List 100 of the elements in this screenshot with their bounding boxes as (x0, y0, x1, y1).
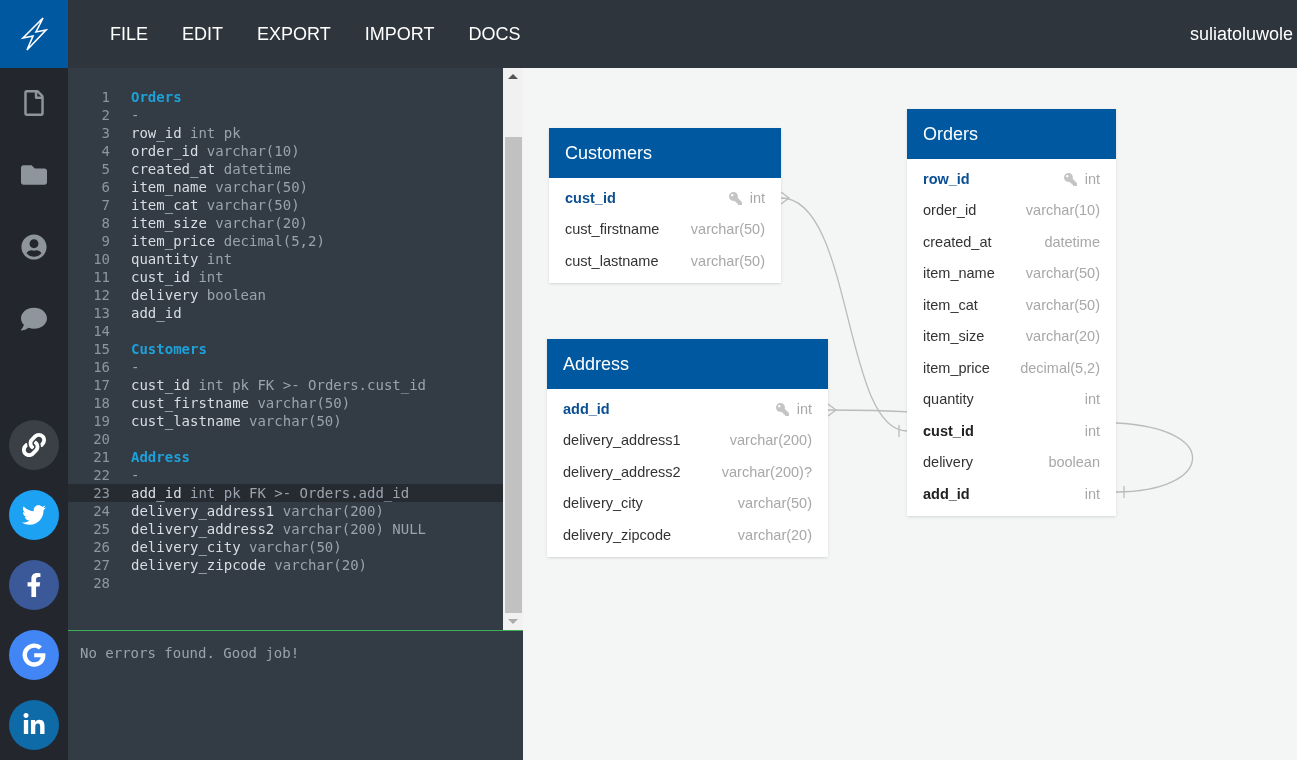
menu-item[interactable]: FILE (110, 20, 148, 48)
line-number: 19 (92, 411, 110, 431)
table-card[interactable]: Address add_id int delivery_address1 varchar(200) delivery_address2 varchar(200)? delivery_city varchar(50) delivery_zipcode varchar(20) (547, 339, 828, 557)
line-number: 26 (92, 537, 110, 557)
line-number: 23 (92, 483, 110, 503)
logo-tile[interactable] (0, 0, 68, 68)
menu-item[interactable]: IMPORT (364, 20, 435, 48)
table-name-code: Orders (131, 87, 182, 107)
field-type: varchar(50) (1025, 264, 1100, 284)
field-name: item_cat (923, 295, 978, 315)
line-number: 13 (92, 303, 110, 323)
linkedin-in-icon (22, 713, 46, 737)
field-name: delivery_address1 (563, 431, 681, 451)
line-number: 5 (100, 159, 110, 179)
field-type: int (1084, 169, 1100, 189)
field-type: decimal(5,2) (1020, 358, 1100, 378)
comment-icon[interactable] (21, 306, 47, 332)
line-number: 11 (92, 267, 110, 287)
menu-item[interactable]: EDIT (182, 20, 224, 48)
key-icon (775, 403, 789, 417)
key-icon (1063, 173, 1077, 187)
scrollbar[interactable] (503, 68, 523, 630)
line-number: 10 (92, 249, 110, 269)
code-text: add_id int pk FK >- Orders.add_id (131, 483, 410, 504)
separator-code: - (131, 357, 140, 377)
line-number: 18 (92, 393, 110, 413)
field-name: cust_lastname (565, 251, 659, 271)
lightning-logo-icon (19, 16, 49, 52)
field-type: varchar(10) (1025, 201, 1100, 221)
code-text: order_id varchar(10) (131, 142, 300, 162)
status-message: No errors found. Good job! (80, 645, 300, 661)
field-type: varchar(50) (690, 251, 765, 271)
table-name-code: Address (131, 447, 190, 467)
menu-item[interactable]: EXPORT (257, 20, 331, 48)
line-number: 14 (92, 321, 110, 341)
field-type: varchar(20) (1025, 327, 1100, 347)
field-type: datetime (1044, 232, 1100, 252)
linkedin-button[interactable] (9, 700, 59, 750)
line-number: 20 (92, 429, 110, 449)
field-type: int (749, 188, 765, 208)
field-name: cust_id (565, 188, 616, 208)
code-text: item_cat varchar(50) (131, 196, 300, 216)
line-number: 21 (92, 447, 110, 467)
field-name: item_name (923, 264, 995, 284)
line-number: 2 (100, 105, 110, 125)
field-type: boolean (1048, 453, 1100, 473)
field-name: row_id (923, 169, 970, 189)
table-title: Address (547, 339, 828, 389)
folder-icon[interactable] (21, 162, 47, 188)
link-icon (22, 433, 46, 457)
code-text: delivery_address1 varchar(200) (131, 502, 384, 522)
bird-icon (22, 503, 46, 527)
line-number: 9 (100, 231, 110, 251)
username[interactable]: suliatoluwole (1189, 20, 1297, 48)
facebook-button[interactable] (9, 560, 59, 610)
field-type: varchar(50) (737, 494, 812, 514)
field-name: item_size (923, 327, 985, 347)
line-number: 7 (100, 195, 110, 215)
line-number: 16 (92, 357, 110, 377)
field-type: int (1084, 484, 1100, 504)
line-number: 22 (92, 465, 110, 485)
table-title: Customers (549, 128, 781, 178)
separator-code: - (131, 465, 140, 485)
field-name: delivery_city (563, 494, 643, 514)
twitter-button[interactable] (9, 490, 59, 540)
code-text: item_price decimal(5,2) (131, 232, 325, 252)
table-title: Orders (907, 109, 1116, 159)
field-name: delivery_address2 (563, 462, 681, 482)
field-name: add_id (923, 484, 970, 504)
field-type: varchar(20) (737, 525, 812, 545)
key-icon (728, 192, 742, 206)
table-card[interactable]: Orders row_id int order_id varchar(10) created_at datetime item_name varchar(50) item_cat varchar(50) item_size varchar(20) item_price decimal(5,2) quantity int cust_id int delivery boolean add_id int (907, 109, 1116, 516)
code-text: cust_id int pk FK >- Orders.cust_id (131, 375, 427, 396)
field-name: delivery (923, 453, 973, 473)
user-icon[interactable] (21, 234, 47, 260)
diagram-canvas[interactable] (523, 68, 1297, 760)
google-g-icon (22, 643, 46, 667)
file-icon[interactable] (21, 90, 47, 116)
google-button[interactable] (9, 630, 59, 680)
code-text: item_name varchar(50) (131, 178, 308, 198)
code-text: delivery boolean (131, 286, 266, 305)
menu-item[interactable]: DOCS (468, 20, 521, 48)
line-number: 6 (100, 177, 110, 197)
code-text: item_size varchar(20) (131, 214, 308, 234)
code-text: delivery_zipcode varchar(20) (131, 556, 367, 576)
code-text: add_id (131, 303, 182, 324)
field-name: created_at (923, 232, 992, 252)
code-text: cust_firstname varchar(50) (131, 394, 351, 414)
code-text: cust_id int (131, 267, 224, 288)
code-text: row_id int pk (131, 123, 241, 144)
line-number: 27 (92, 555, 110, 575)
line-number: 25 (92, 519, 110, 539)
field-name: cust_firstname (565, 220, 660, 240)
table-card[interactable]: Customers cust_id int cust_firstname varchar(50) cust_lastname varchar(50) (549, 128, 781, 283)
field-name: cust_id (923, 421, 974, 441)
field-name: delivery_zipcode (563, 525, 671, 545)
line-number: 15 (92, 339, 110, 359)
code-text: cust_lastname varchar(50) (131, 412, 342, 432)
code-text: delivery_address2 varchar(200) NULL (131, 520, 426, 540)
link-button[interactable] (9, 420, 59, 470)
